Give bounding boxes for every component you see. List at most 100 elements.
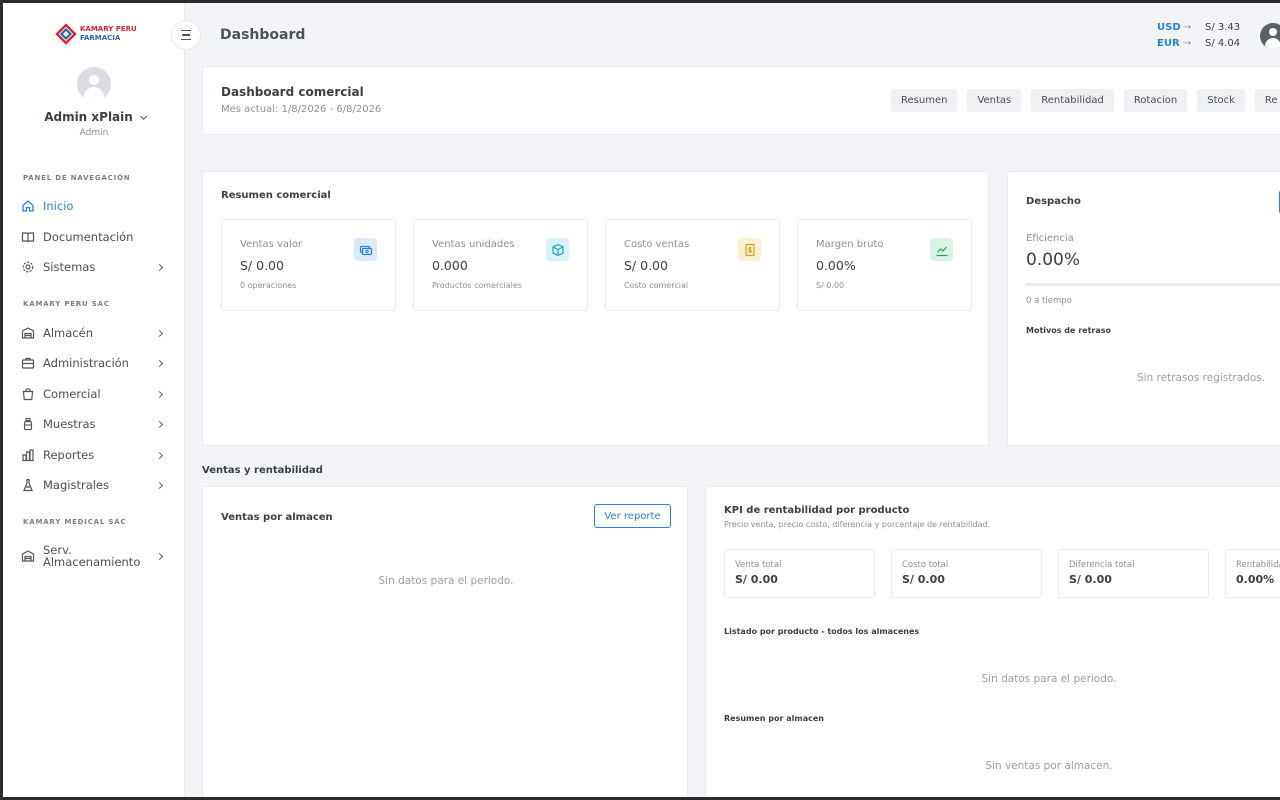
- despacho-title: Despacho: [1026, 196, 1081, 207]
- tab-resumen[interactable]: Resumen: [891, 89, 958, 112]
- kpi-value: S/ 0.00: [240, 258, 284, 273]
- sidebar-item-almacen[interactable]: Almacén: [21, 321, 166, 345]
- motivos-retraso-title: Motivos de retraso: [1026, 326, 1112, 335]
- ventas-almacen-empty-state: Sin datos para el periodo.: [378, 575, 514, 587]
- serv-line2: Almacenamiento: [43, 555, 141, 569]
- sidebar-item-label: Administración: [43, 356, 129, 370]
- sidebar-item-label: Documentación: [43, 230, 134, 244]
- tab-re[interactable]: Re: [1254, 89, 1280, 112]
- warehouse-icon: [21, 326, 35, 340]
- mini-venta-total: Venta total S/ 0.00: [724, 549, 875, 598]
- mini-costo-total: Costo total S/ 0.00: [891, 549, 1042, 598]
- gear-icon: [21, 260, 35, 274]
- briefcase-icon: [21, 356, 35, 370]
- arrow-right-icon: →: [1183, 22, 1192, 33]
- chevron-down-icon: [139, 112, 147, 120]
- sidebar-item-magistrales[interactable]: Magistrales: [21, 473, 166, 497]
- resumen-comercial-card: Resumen comercial Ventas valor S/ 0.00 0…: [202, 171, 989, 446]
- sidebar-item-administracion[interactable]: Administración: [21, 351, 166, 375]
- tab-rotacion[interactable]: Rotacion: [1123, 89, 1188, 112]
- eficiencia-progress-bar: [1026, 283, 1280, 286]
- sidebar-item-sistemas[interactable]: Sistemas: [21, 255, 166, 279]
- sidebar-item-comercial[interactable]: Comercial: [21, 382, 166, 406]
- chevron-right-icon: [155, 481, 164, 489]
- ventas-por-almacen-card: Ventas por almacen Ver reporte Sin datos…: [202, 486, 688, 797]
- book-open-icon: [21, 230, 35, 244]
- eficiencia-label: Eficiencia: [1026, 233, 1074, 244]
- mini-value: 0.00%: [1236, 573, 1275, 586]
- kpi-value: 0.000: [432, 258, 468, 273]
- bar-chart-icon: [21, 448, 35, 462]
- sidebar-item-inicio[interactable]: Inicio: [21, 194, 166, 218]
- tab-rentabilidad[interactable]: Rentabilidad: [1031, 89, 1114, 112]
- sidebar-item-muestras[interactable]: Muestras: [21, 412, 166, 436]
- nav-section-kamary-medical: KAMARY MEDICAL SAC: [23, 518, 127, 526]
- ver-reporte-button[interactable]: Ver reporte: [594, 504, 671, 528]
- ventas-por-almacen-title: Ventas por almacen: [221, 512, 333, 523]
- sidebar-toggle-button[interactable]: [171, 20, 201, 50]
- kpi-rentabilidad-title: KPI de rentabilidad por producto: [724, 505, 910, 516]
- mini-label: Diferencia total: [1069, 560, 1135, 570]
- trend-up-icon: [930, 238, 953, 261]
- chevron-right-icon: [155, 552, 164, 560]
- user-avatar-icon[interactable]: [1260, 23, 1280, 49]
- page-title: Dashboard: [220, 27, 306, 43]
- kpi-costo-ventas: Costo ventas S/ 0.00 Costo comercial: [605, 219, 780, 311]
- home-icon: [21, 199, 35, 213]
- receipt-icon: [738, 238, 761, 261]
- box-icon: [546, 238, 569, 261]
- kpi-label: Costo ventas: [624, 239, 690, 250]
- exchange-rates: USD → S/ 3.43 EUR → S/ 4.04: [1157, 20, 1240, 52]
- kpi-sub: S/ 0.00: [816, 281, 845, 290]
- mini-label: Rentabilidad: [1236, 560, 1280, 570]
- app-window: KAMARY PERU FARMACIA Admin xPlain Admin …: [3, 3, 1280, 797]
- chevron-right-icon: [155, 329, 164, 337]
- resumen-almacen-title: Resumen por almacen: [724, 714, 824, 723]
- resumen-title: Resumen comercial: [221, 190, 331, 201]
- sidebar-item-documentacion[interactable]: Documentación: [21, 225, 166, 249]
- ventas-rentabilidad-section-title: Ventas y rentabilidad: [202, 465, 323, 476]
- kpi-label: Margen bruto: [816, 239, 884, 250]
- sidebar-item-label: Sistemas: [43, 260, 96, 274]
- dashboard-title: Dashboard comercial: [221, 85, 364, 99]
- kpi-label: Ventas unidades: [432, 239, 515, 250]
- sidebar-item-label: Magistrales: [43, 478, 110, 492]
- mini-value: S/ 0.00: [735, 573, 778, 586]
- dashboard-header-card: Dashboard comercial Mes actual: 1/8/2026…: [202, 66, 1280, 135]
- mini-label: Costo total: [902, 560, 949, 570]
- rate-value: S/ 3.43: [1205, 22, 1241, 33]
- dashboard-period: Mes actual: 1/8/2026 - 6/8/2026: [221, 104, 382, 115]
- resumen-almacen-empty-state: Sin ventas por almacen.: [985, 760, 1113, 772]
- sidebar-item-serv-almacenamiento[interactable]: Serv. Almacenamiento: [21, 541, 166, 571]
- sidebar-item-label: Reportes: [43, 448, 95, 462]
- brand-logo[interactable]: KAMARY PERU FARMACIA: [55, 23, 137, 45]
- listado-empty-state: Sin datos para el periodo.: [981, 673, 1117, 685]
- chevron-right-icon: [155, 451, 164, 459]
- sidebar-item-label: Inicio: [43, 199, 74, 213]
- user-avatar[interactable]: [77, 67, 111, 101]
- sidebar-item-label: Serv. Almacenamiento: [43, 544, 157, 568]
- shopping-bag-icon: [21, 387, 35, 401]
- tab-ventas[interactable]: Ventas: [967, 89, 1022, 112]
- mini-value: S/ 0.00: [1069, 573, 1112, 586]
- mini-diferencia-total: Diferencia total S/ 0.00: [1058, 549, 1209, 598]
- kpi-margen-bruto: Margen bruto 0.00% S/ 0.00: [797, 219, 972, 311]
- user-menu[interactable]: Admin xPlain: [3, 110, 185, 124]
- despacho-empty-state: Sin retrasos registrados.: [1136, 372, 1266, 384]
- tab-stock[interactable]: Stock: [1197, 89, 1245, 112]
- mini-rentabilidad: Rentabilidad 0.00%: [1225, 549, 1280, 598]
- sidebar-item-label: Comercial: [43, 387, 101, 401]
- rate-value: S/ 4.04: [1205, 38, 1241, 49]
- nav-section-kamary-peru: KAMARY PERU SAC: [23, 300, 110, 308]
- brand-text: KAMARY PERU FARMACIA: [80, 25, 137, 43]
- chevron-right-icon: [155, 263, 164, 271]
- brand-line1: KAMARY PERU: [80, 25, 137, 33]
- sidebar-item-label: Almacén: [43, 326, 93, 340]
- sidebar: KAMARY PERU FARMACIA Admin xPlain Admin …: [3, 3, 185, 797]
- warehouse-icon: [21, 549, 35, 563]
- despacho-card: Despacho Eficiencia 0.00% 0 a tiempo Mot…: [1007, 171, 1280, 446]
- kamary-logo-icon: [55, 23, 77, 45]
- kpi-value: 0.00%: [816, 258, 856, 273]
- sidebar-item-reportes[interactable]: Reportes: [21, 443, 166, 467]
- eficiencia-value: 0.00%: [1026, 250, 1081, 270]
